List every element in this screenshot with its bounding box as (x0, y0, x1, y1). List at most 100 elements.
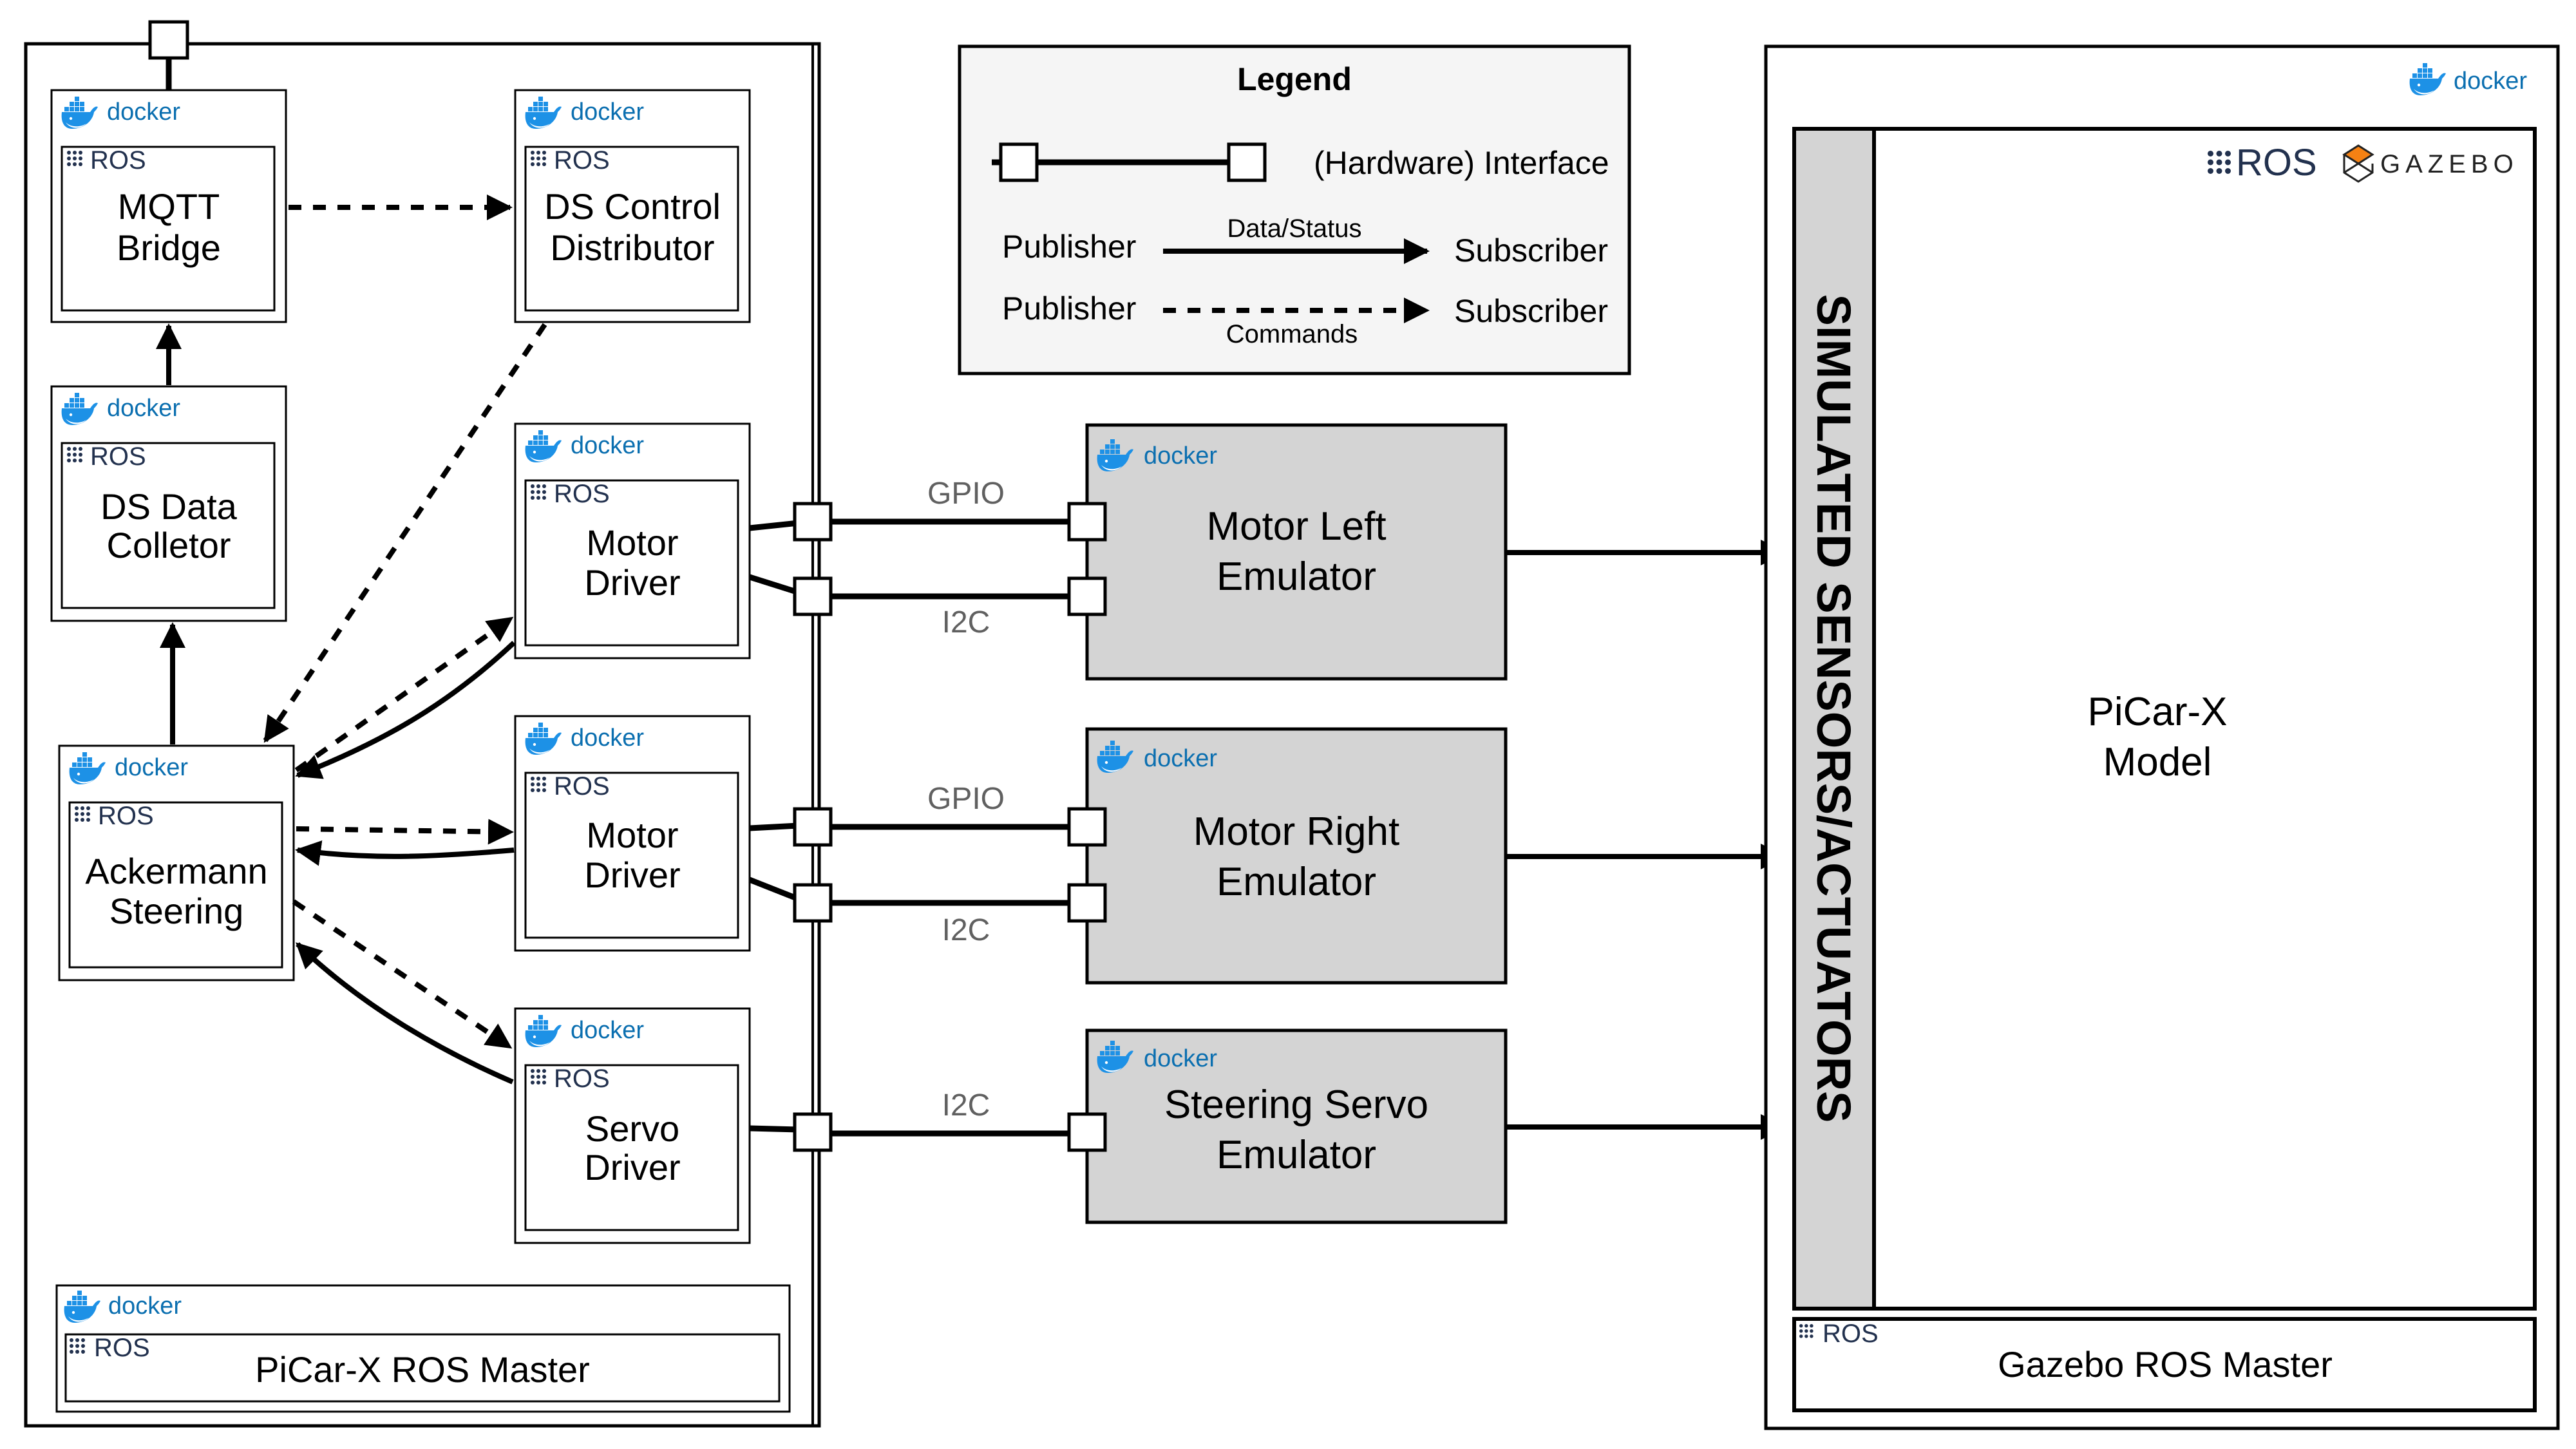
bus-port-picar (793, 883, 833, 923)
ros-dots-icon (531, 151, 546, 166)
link-servo-i2c (749, 1125, 799, 1133)
node-motor-driver-right[interactable]: docker ROS Motor Driver (514, 715, 751, 952)
docker-label: docker (571, 1017, 644, 1044)
architecture-diagram: docker ROS MQTT Bridge docker ROS DS Con… (24, 20, 2560, 1430)
docker-label: docker (571, 99, 644, 126)
docker-label: docker (571, 724, 644, 752)
bus-port-picar (793, 502, 833, 542)
node-title-line1: DS Data (100, 486, 237, 527)
ros-dots-icon (531, 777, 546, 792)
bus-port-emulator (1067, 883, 1107, 923)
node-title-line2: Driver (584, 855, 680, 895)
emulator-title-line1: Motor Left (1206, 504, 1386, 549)
legend-command-label: Commands (1226, 320, 1358, 348)
ros-label: ROS (554, 480, 610, 508)
node-title-line1: Servo (585, 1108, 679, 1149)
docker-label: docker (108, 1293, 182, 1320)
node-title-line1: Motor (586, 815, 678, 855)
ros-dots-icon (531, 484, 546, 500)
docker-label: docker (571, 432, 644, 459)
ros-dots-icon (67, 151, 82, 166)
ros-label: ROS (90, 442, 146, 471)
node-picar-ros-master[interactable]: docker ROS PiCar-X ROS Master (55, 1284, 791, 1413)
docker-label: docker (1144, 442, 1217, 469)
ros-dots-icon (2208, 151, 2231, 174)
docker-label: docker (2454, 68, 2527, 95)
ros-dots-icon (1799, 1324, 1814, 1338)
bus-label: I2C (942, 605, 990, 639)
ros-logo-label: ROS (2236, 142, 2317, 184)
ros-label: ROS (90, 146, 146, 175)
node-title-line1: MQTT (118, 186, 220, 227)
emulator-title-line1: Steering Servo (1164, 1083, 1428, 1127)
emulator-title-line2: Emulator (1217, 860, 1376, 904)
ros-label: ROS (98, 802, 154, 830)
mqtt-external-port[interactable] (148, 20, 189, 60)
bus-port-emulator (1067, 502, 1107, 542)
bus-motor-left-gpio[interactable]: GPIO (793, 477, 1107, 542)
bus-servo-i2c[interactable]: I2C (793, 1088, 1107, 1152)
bus-motor-right-i2c[interactable]: I2C (793, 883, 1107, 947)
node-title-line2: Steering (109, 891, 244, 931)
legend-data-publisher: Publisher (1002, 229, 1136, 265)
docker-label: docker (107, 395, 180, 422)
node-servo-driver[interactable]: docker ROS Servo Driver (514, 1007, 751, 1244)
docker-label: docker (115, 754, 188, 781)
ros-dots-icon (75, 806, 90, 822)
bus-port-emulator (1067, 1112, 1107, 1152)
bus-label: I2C (942, 1088, 990, 1122)
gazebo-logo-label: GAZEBO (2380, 150, 2519, 178)
legend-command-publisher: Publisher (1002, 290, 1136, 327)
legend-command-subscriber: Subscriber (1454, 293, 1608, 329)
legend-interface-port-left (999, 142, 1039, 182)
ros-dots-icon (70, 1338, 85, 1354)
bus-port-picar (793, 576, 833, 616)
legend: Legend (Hardware) Interface Publisher Da… (958, 44, 1631, 375)
node-ackermann-steering[interactable]: docker ROS Ackermann Steering (58, 744, 295, 981)
simulated-sensors-actuators-label: SIMULATED SENSORS/ACTUATORS (1807, 294, 1861, 1123)
legend-interface-port-right (1227, 142, 1267, 182)
bus-label: I2C (942, 913, 990, 947)
ros-label: ROS (1823, 1320, 1879, 1348)
simulation-host: docker SIMULATED SENSORS/ACTUATORS ROS G… (1764, 44, 2560, 1430)
bus-label: GPIO (927, 782, 1005, 816)
node-title-line2: Bridge (117, 227, 221, 268)
ros-label: ROS (554, 1065, 610, 1093)
emulator-motor-left[interactable]: docker Motor Left Emulator (1085, 423, 1508, 681)
ros-dots-icon (67, 447, 82, 462)
emulator-title-line2: Emulator (1217, 1133, 1376, 1177)
gazebo-ros-master-title: Gazebo ROS Master (1998, 1344, 2333, 1385)
emulator-steering-servo[interactable]: docker Steering Servo Emulator (1085, 1028, 1508, 1224)
node-ds-data-collector[interactable]: docker ROS DS Data Colletor (50, 385, 287, 622)
legend-interface-label: (Hardware) Interface (1314, 145, 1609, 181)
node-title-line1: Ackermann (85, 851, 267, 891)
node-title-line2: Distributor (550, 227, 714, 268)
picar-model-line1: PiCar-X (2087, 690, 2227, 734)
legend-data-subscriber: Subscriber (1454, 232, 1608, 269)
ros-dots-icon (531, 1069, 546, 1084)
bus-port-picar (793, 1112, 833, 1152)
bus-port-emulator (1067, 807, 1107, 847)
emulator-title-line1: Motor Right (1193, 810, 1399, 854)
bus-motor-right-gpio[interactable]: GPIO (793, 782, 1107, 847)
ros-master-title: PiCar-X ROS Master (255, 1349, 590, 1390)
node-motor-driver-left[interactable]: docker ROS Motor Driver (514, 422, 751, 659)
emulator-motor-right[interactable]: docker Motor Right Emulator (1085, 727, 1508, 985)
node-title-line2: Colletor (107, 525, 231, 565)
node-ds-control-distributor[interactable]: docker ROS DS Control Distributor (514, 89, 751, 323)
link-motor-right-gpio (749, 822, 799, 831)
node-title-line2: Driver (584, 1147, 680, 1188)
node-title-line1: DS Control (544, 186, 721, 227)
emulator-title-line2: Emulator (1217, 554, 1376, 599)
legend-data-label: Data/Status (1227, 214, 1361, 243)
arrow-ackermann-to-motor-driver-right (296, 819, 514, 845)
bus-port-picar (793, 807, 833, 847)
node-title-line2: Driver (584, 562, 680, 603)
ros-label: ROS (94, 1334, 150, 1362)
bus-port-emulator (1067, 576, 1107, 616)
node-mqtt-bridge[interactable]: docker ROS MQTT Bridge (50, 89, 287, 323)
docker-label: docker (107, 99, 180, 126)
legend-title: Legend (1237, 61, 1352, 97)
ros-label: ROS (554, 146, 610, 175)
bus-motor-left-i2c[interactable]: I2C (793, 576, 1107, 639)
